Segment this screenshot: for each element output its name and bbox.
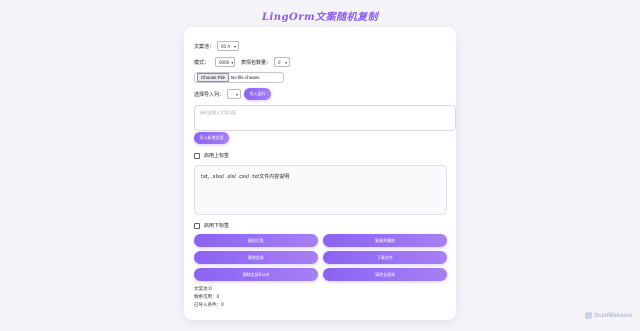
emoji-value: 0	[278, 59, 281, 65]
import-run-button[interactable]: 导入运行	[244, 88, 272, 100]
output-text: txt, .xlsx/ .xls/ .csv/ .txt文件内容说明	[201, 174, 290, 180]
chevron-down-icon: ▾	[234, 43, 237, 49]
chevron-down-icon: ▾	[285, 59, 288, 65]
delete-excel-button[interactable]: 删除全部Excel	[194, 268, 318, 281]
mode-label: 模式：	[194, 59, 210, 66]
stat-remaining: 剩余可用：0	[194, 295, 220, 300]
import-label: 选择导入列：	[194, 91, 225, 98]
stat-imported: 已导入条件：0	[194, 303, 224, 308]
import-column-select[interactable]: ▾	[227, 89, 242, 99]
copy-pool-select[interactable]: 00 A ▾	[217, 41, 240, 51]
chevron-down-icon: ▾	[236, 91, 239, 97]
emoji-label: 表情包数量：	[241, 59, 272, 66]
copy-pool-value: 00 A	[221, 43, 231, 49]
prefix-check-label: 启用上标签	[204, 153, 230, 159]
brand-watermark: ScanMalware	[584, 312, 632, 319]
page-title: LingOrm文案随机复制	[261, 12, 379, 23]
main-card: 文案池： 00 A ▾ 模式： 0000 ▾ 表情包数量： 0 ▾ Choose…	[184, 27, 456, 320]
file-row: Choose File No file chosen	[194, 72, 284, 83]
brand-name: ScanMalware	[593, 312, 632, 319]
prefix-check-row[interactable]: 启用上标签	[194, 152, 229, 159]
shuffle-button[interactable]: 随机打乱	[194, 234, 318, 247]
download-button[interactable]: 下载文件	[323, 251, 447, 264]
stat-pool: 文案池:0	[194, 287, 212, 292]
scanmalware-logo-icon	[584, 312, 592, 319]
stats: 文案池:0 剩余可用：0 已导入条件：0	[194, 286, 224, 310]
clear-pool-button[interactable]: 清除全部池	[323, 268, 447, 281]
suffix-checkbox[interactable]	[194, 222, 200, 229]
file-input[interactable]: Choose File No file chosen	[194, 72, 284, 83]
emoji-select[interactable]: 0 ▾	[274, 57, 291, 67]
prefix-checkbox[interactable]	[194, 152, 200, 159]
suffix-check-label: 启用下标签	[204, 223, 230, 229]
copy-input-placeholder: 请在此输入文案内容	[200, 110, 236, 115]
chevron-down-icon: ▾	[231, 59, 234, 65]
action-buttons: 随机打乱 复制并删除 删除此条 下载文件 删除全部Excel 清除全部池	[194, 234, 447, 281]
copy-pool-row: 文案池： 00 A ▾	[194, 41, 240, 51]
copy-pool-label: 文案池：	[194, 43, 215, 50]
suffix-check-row[interactable]: 启用下标签	[194, 222, 229, 229]
copy-input-area[interactable]: 请在此输入文案内容	[194, 105, 456, 131]
copy-delete-button[interactable]: 复制并删除	[323, 234, 447, 247]
file-status: No file chosen	[231, 75, 260, 80]
mode-select[interactable]: 0000 ▾	[215, 57, 236, 67]
delete-item-button[interactable]: 删除此条	[194, 251, 318, 264]
mode-value: 0000	[219, 59, 230, 65]
import-row: 选择导入列： ▾ 导入运行	[194, 88, 272, 100]
mode-row: 模式： 0000 ▾ 表情包数量： 0 ▾	[194, 57, 291, 67]
choose-file-button[interactable]: Choose File	[197, 73, 230, 82]
output-box: txt, .xlsx/ .xls/ .csv/ .txt文件内容说明	[194, 165, 447, 215]
add-copy-button[interactable]: 导入新增文案	[194, 132, 229, 144]
